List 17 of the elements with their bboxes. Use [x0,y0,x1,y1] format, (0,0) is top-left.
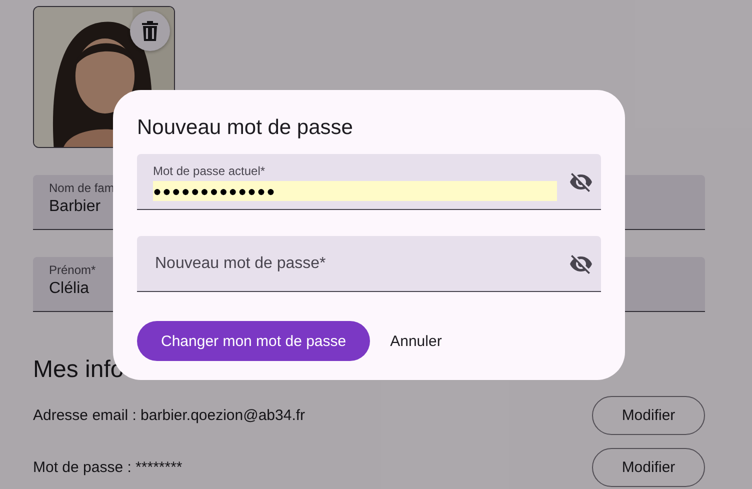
field-label: Nom de fam [49,181,114,195]
password-field[interactable]: Mot de passe actuel* ●●●●●●●●●●●●● [137,154,601,210]
field-label: Prénom* [49,263,96,277]
trash-icon [141,21,159,41]
field-value: Clélia [49,280,90,298]
info-text: Mot de passe : ******** [33,459,182,476]
cancel-button[interactable]: Annuler [382,321,450,361]
password-value: ●●●●●●●●●●●●● [153,181,557,201]
info-text: Adresse email : barbier.qoezion@ab34.fr [33,407,306,424]
field-value: Barbier [49,198,101,216]
password-input[interactable]: Nouveau mot de passe* [153,254,561,274]
password-field[interactable]: Nouveau mot de passe* [137,236,601,292]
modify-button[interactable]: Modifier [592,448,705,487]
change-password-button[interactable]: Changer mon mot de passe [137,321,370,361]
field-label: Mot de passe actuel* [153,164,266,178]
modify-button[interactable]: Modifier [592,396,705,435]
dialog-title: Nouveau mot de passe [137,116,354,140]
